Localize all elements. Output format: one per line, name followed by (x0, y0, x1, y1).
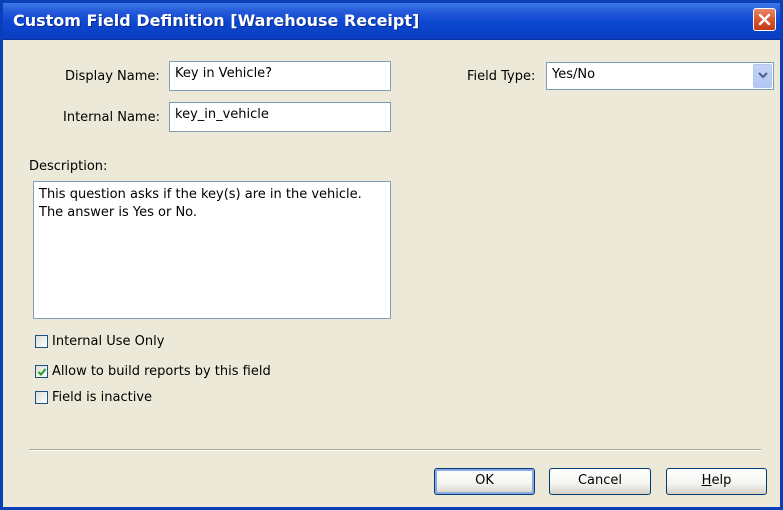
field-inactive-option[interactable]: Field is inactive (35, 390, 152, 405)
window-title: Custom Field Definition [Warehouse Recei… (13, 11, 420, 30)
allow-reports-option[interactable]: Allow to build reports by this field (35, 364, 271, 379)
allow-reports-label: Allow to build reports by this field (52, 364, 271, 379)
display-name-field[interactable]: Key in Vehicle? (169, 61, 391, 91)
display-name-value: Key in Vehicle? (175, 66, 273, 81)
internal-use-only-label: Internal Use Only (52, 334, 165, 349)
title-bar[interactable]: Custom Field Definition [Warehouse Recei… (3, 3, 780, 40)
field-inactive-label: Field is inactive (52, 390, 153, 405)
checkmark-icon (37, 368, 47, 376)
field-type-dropdown-button[interactable] (753, 64, 772, 88)
internal-name-label: Internal Name: (63, 110, 160, 125)
divider (29, 449, 761, 451)
field-type-select[interactable]: Yes/No (546, 62, 774, 90)
help-button-mnemonic: H (701, 473, 712, 488)
ok-button-label: OK (475, 473, 494, 488)
chevron-down-icon (758, 72, 768, 79)
field-inactive-checkbox[interactable] (35, 391, 48, 404)
close-button[interactable] (753, 8, 776, 31)
display-name-label: Display Name: (65, 69, 160, 84)
ok-button[interactable]: OK (434, 468, 535, 495)
dialog-window: Custom Field Definition [Warehouse Recei… (0, 0, 783, 510)
description-line: This question asks if the key(s) are in … (39, 187, 362, 202)
help-button-label: elp (711, 473, 732, 488)
cancel-button-label: Cancel (577, 473, 623, 488)
close-icon (758, 13, 771, 26)
help-button[interactable]: Help (666, 468, 767, 495)
field-type-label: Field Type: (467, 69, 536, 84)
description-textarea[interactable]: This question asks if the key(s) are in … (33, 181, 391, 319)
internal-name-value: key_in_vehicle (175, 107, 269, 122)
internal-use-only-option[interactable]: Internal Use Only (35, 334, 164, 349)
description-line: The answer is Yes or No. (39, 205, 198, 220)
cancel-button[interactable]: Cancel (549, 468, 651, 495)
description-label: Description: (29, 159, 108, 174)
allow-reports-checkbox[interactable] (35, 365, 48, 378)
internal-name-field[interactable]: key_in_vehicle (169, 102, 391, 132)
field-type-value: Yes/No (552, 67, 596, 82)
internal-use-only-checkbox[interactable] (35, 335, 48, 348)
